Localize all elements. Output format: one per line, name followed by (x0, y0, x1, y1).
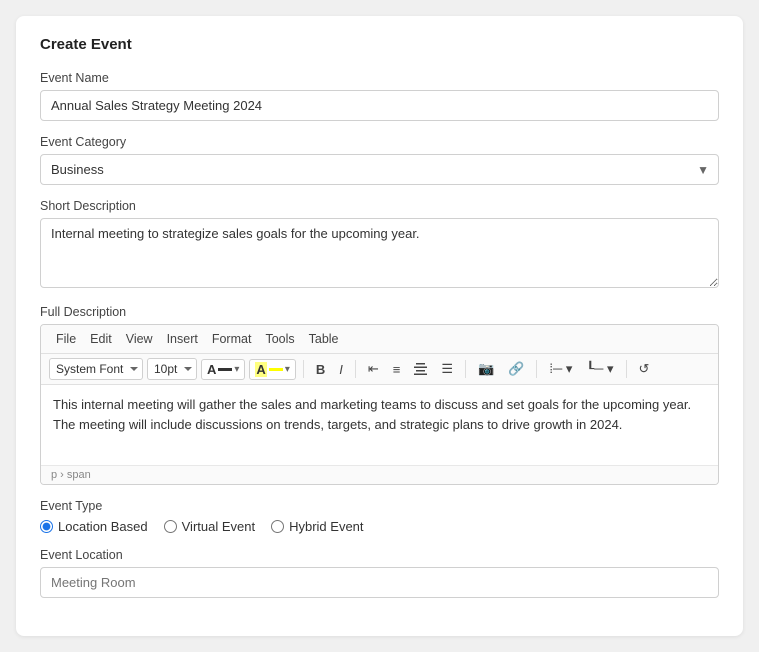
radio-hybrid-event[interactable]: Hybrid Event (271, 519, 363, 534)
font-color-chevron: ▾ (234, 364, 239, 375)
bold-button[interactable]: B (311, 359, 330, 380)
event-name-label: Event Name (40, 71, 719, 85)
separator-2 (355, 360, 356, 378)
link-button[interactable]: 🔗 (503, 358, 529, 380)
editor-text: This internal meeting will gather the sa… (53, 397, 691, 432)
highlight-icon: A (255, 362, 266, 377)
radio-hybrid-label: Hybrid Event (289, 519, 363, 534)
menu-tools[interactable]: Tools (258, 329, 301, 349)
highlight-bar (269, 368, 283, 371)
full-description-label: Full Description (40, 305, 719, 319)
short-description-input[interactable]: Internal meeting to strategize sales goa… (40, 218, 719, 288)
event-location-label: Event Location (40, 548, 719, 562)
rich-text-editor: File Edit View Insert Format Tools Table… (40, 324, 719, 485)
highlight-color-button[interactable]: A ▾ (249, 359, 295, 380)
editor-content-area[interactable]: This internal meeting will gather the sa… (41, 385, 718, 465)
short-description-field: Short Description Internal meeting to st… (40, 199, 719, 291)
undo-button[interactable]: ↺ (634, 358, 655, 380)
event-name-input[interactable] (40, 90, 719, 121)
ordered-list-button[interactable]: ┖─ ▾ (581, 358, 618, 380)
radio-location-label: Location Based (58, 519, 148, 534)
menu-file[interactable]: File (49, 329, 83, 349)
menu-insert[interactable]: Insert (160, 329, 205, 349)
full-description-field: Full Description File Edit View Insert F… (40, 305, 719, 485)
justify-button[interactable]: ☰ (436, 358, 458, 380)
radio-virtual-label: Virtual Event (182, 519, 255, 534)
separator-1 (303, 360, 304, 378)
event-type-field: Event Type Location Based Virtual Event … (40, 499, 719, 534)
radio-virtual-event[interactable]: Virtual Event (164, 519, 255, 534)
event-category-select[interactable]: Business Conference Workshop Social Othe… (40, 154, 719, 185)
menu-edit[interactable]: Edit (83, 329, 119, 349)
event-type-label: Event Type (40, 499, 719, 513)
italic-button[interactable]: I (334, 359, 348, 380)
event-name-field: Event Name (40, 71, 719, 121)
highlight-chevron: ▾ (285, 364, 290, 375)
image-button[interactable]: 📷 (473, 358, 499, 380)
editor-toolbar: System Font 10pt 12pt 14pt A ▾ A ▾ (41, 354, 718, 385)
event-type-options: Location Based Virtual Event Hybrid Even… (40, 519, 719, 534)
unordered-list-button[interactable]: ⁞─ ▾ (544, 358, 577, 380)
menu-table[interactable]: Table (302, 329, 346, 349)
editor-breadcrumb: p › span (41, 465, 718, 484)
event-location-input[interactable] (40, 567, 719, 598)
editor-menubar: File Edit View Insert Format Tools Table (41, 325, 718, 354)
align-center-button[interactable]: ≡ (388, 359, 406, 380)
separator-5 (626, 360, 627, 378)
event-category-field: Event Category Business Conference Works… (40, 135, 719, 185)
font-color-button[interactable]: A ▾ (201, 359, 245, 380)
separator-4 (536, 360, 537, 378)
align-right-button[interactable] (409, 360, 432, 378)
menu-view[interactable]: View (119, 329, 160, 349)
page-title: Create Event (40, 36, 719, 53)
event-category-wrapper: Business Conference Workshop Social Othe… (40, 154, 719, 185)
radio-location-based[interactable]: Location Based (40, 519, 148, 534)
font-color-bar (218, 368, 232, 371)
align-left-button[interactable]: ⇤ (363, 358, 384, 380)
event-category-label: Event Category (40, 135, 719, 149)
font-color-icon: A (207, 362, 216, 377)
font-family-select[interactable]: System Font (49, 358, 143, 380)
font-size-select[interactable]: 10pt 12pt 14pt (147, 358, 197, 380)
short-description-label: Short Description (40, 199, 719, 213)
event-location-field: Event Location (40, 548, 719, 598)
separator-3 (465, 360, 466, 378)
create-event-card: Create Event Event Name Event Category B… (16, 16, 743, 636)
menu-format[interactable]: Format (205, 329, 259, 349)
